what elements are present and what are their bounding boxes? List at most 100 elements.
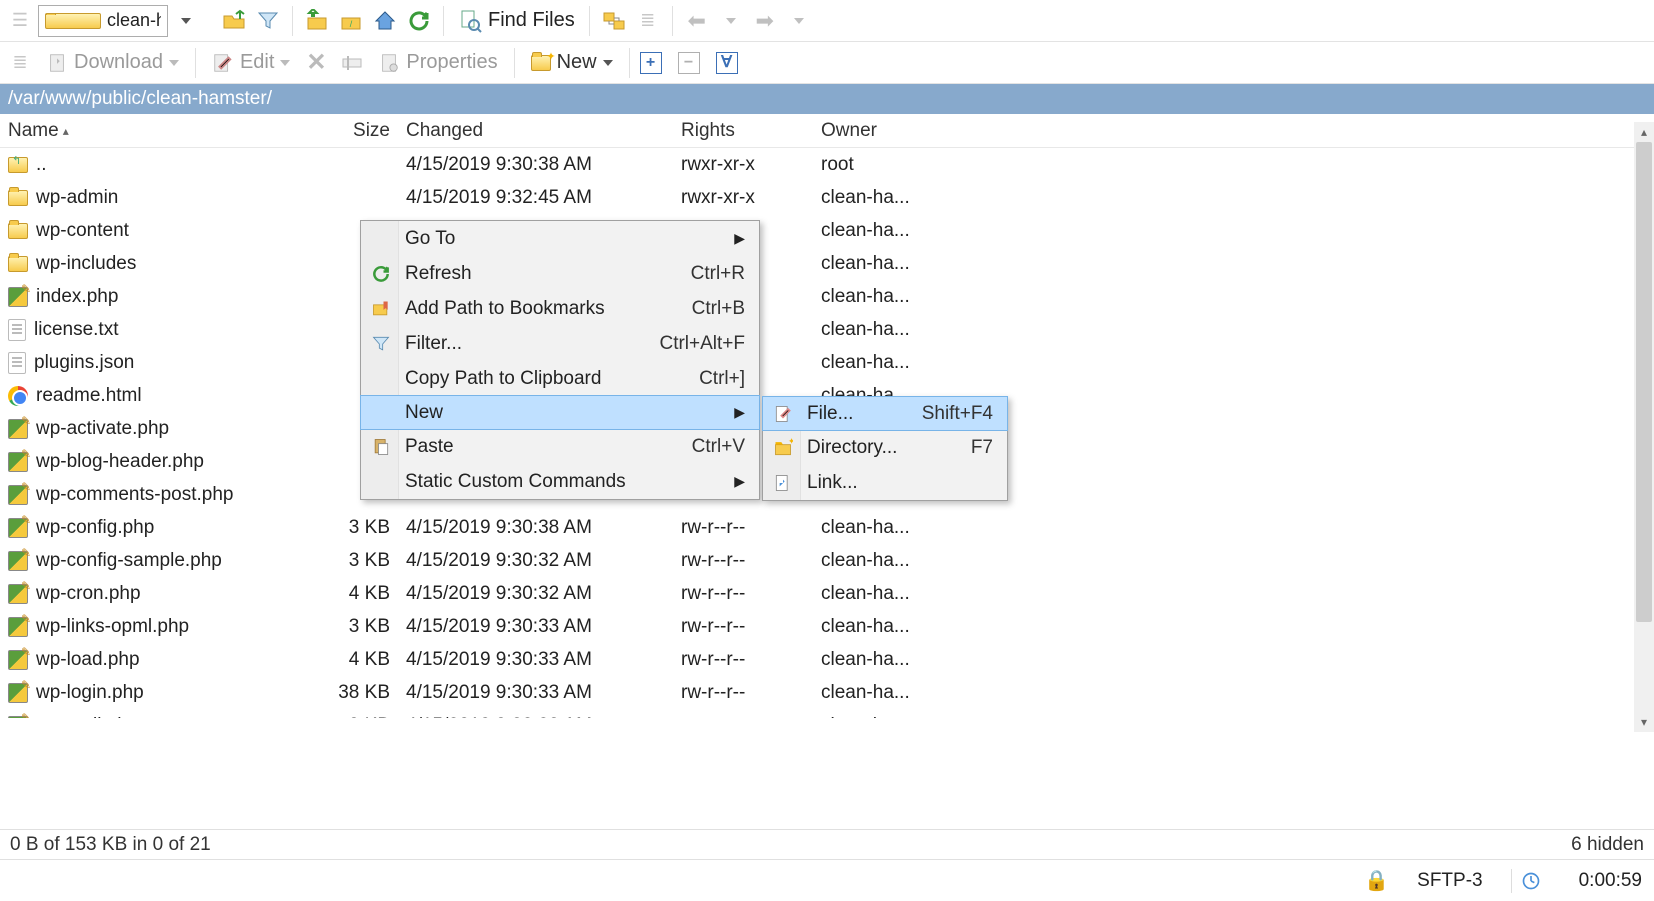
col-header-rights[interactable]: Rights <box>675 120 815 142</box>
filter-icon <box>370 333 392 355</box>
menu-item-label: Paste <box>405 436 454 458</box>
parent-folder-icon[interactable] <box>301 5 333 37</box>
menu-item-refresh[interactable]: RefreshCtrl+R <box>361 256 759 291</box>
sync-folders-icon[interactable] <box>598 5 630 37</box>
file-name: wp-cron.php <box>36 583 141 605</box>
table-row[interactable]: wp-config-sample.php3 KB4/15/2019 9:30:3… <box>0 544 1654 577</box>
menu-item-filter[interactable]: Filter...Ctrl+Alt+F <box>361 326 759 361</box>
lock-icon[interactable]: 🔒 <box>1364 868 1389 893</box>
filter-icon[interactable] <box>252 5 284 37</box>
table-row[interactable]: wp-cron.php4 KB4/15/2019 9:30:32 AMrw-r-… <box>0 577 1654 610</box>
toolbar-primary: ☰ clean-ha / Find Files ≣ ⬅ ➡ <box>0 0 1654 42</box>
find-files-button[interactable]: Find Files <box>452 9 581 33</box>
file-changed: 4/15/2019 9:30:32 AM <box>400 583 675 605</box>
scroll-up-icon[interactable]: ▴ <box>1634 122 1654 142</box>
refresh-icon[interactable] <box>403 5 435 37</box>
submenu-item-link[interactable]: Link... <box>763 465 1007 500</box>
scroll-down-icon[interactable]: ▾ <box>1634 712 1654 732</box>
properties-button[interactable]: Properties <box>372 51 503 74</box>
submenu-item-shortcut: Shift+F4 <box>922 403 993 425</box>
select-all-button[interactable]: ∀ <box>716 52 738 74</box>
edit-icon <box>212 52 234 74</box>
table-row[interactable]: ..4/15/2019 9:30:38 AMrwxr-xr-xroot <box>0 148 1654 181</box>
back-icon[interactable]: ⬅ <box>681 5 713 37</box>
queue-small-icon[interactable]: ≣ <box>4 47 36 79</box>
hidden-count: 6 hidden <box>1571 834 1644 856</box>
file-name: wp-links-opml.php <box>36 616 189 638</box>
menu-item-new[interactable]: New▶ <box>360 395 760 430</box>
table-row[interactable]: wp-links-opml.php3 KB4/15/2019 9:30:33 A… <box>0 610 1654 643</box>
file-rights: rw-r--r-- <box>675 715 815 719</box>
file-name: wp-login.php <box>36 682 144 704</box>
menu-item-add-path-to-bookmarks[interactable]: Add Path to BookmarksCtrl+B <box>361 291 759 326</box>
forward-dropdown[interactable] <box>783 5 815 37</box>
table-row[interactable]: wp-admin4/15/2019 9:32:45 AMrwxr-xr-xcle… <box>0 181 1654 214</box>
file-rights: rwxr-xr-x <box>675 187 815 209</box>
file-owner: clean-ha... <box>815 649 995 671</box>
new-folder-icon: ✦ <box>531 55 551 71</box>
menu-item-static-custom-commands[interactable]: Static Custom Commands▶ <box>361 464 759 499</box>
progress-icon[interactable] <box>1511 869 1551 893</box>
col-header-changed[interactable]: Changed <box>400 120 675 142</box>
back-dropdown[interactable] <box>715 5 747 37</box>
menu-item-copy-path-to-clipboard[interactable]: Copy Path to ClipboardCtrl+] <box>361 361 759 396</box>
file-changed: 4/15/2019 9:30:33 AM <box>400 682 675 704</box>
menu-item-paste[interactable]: PasteCtrl+V <box>361 429 759 464</box>
plus-button[interactable]: + <box>640 52 662 74</box>
bookmark-icon <box>370 298 392 320</box>
table-row[interactable]: wp-load.php4 KB4/15/2019 9:30:33 AMrw-r-… <box>0 643 1654 676</box>
file-owner: clean-ha... <box>815 220 995 242</box>
submenu-arrow-icon: ▶ <box>734 404 745 421</box>
table-row[interactable]: wp-mail.php9 KB4/15/2019 9:30:33 AMrw-r-… <box>0 709 1654 718</box>
open-folder-icon[interactable] <box>218 5 250 37</box>
submenu-item-label: Link... <box>807 472 858 494</box>
col-header-owner[interactable]: Owner <box>815 120 995 142</box>
menu-item-shortcut: Ctrl+] <box>699 368 745 390</box>
bookmark-combo[interactable]: clean-ha <box>38 5 168 37</box>
file-rights: rwxr-xr-x <box>675 154 815 176</box>
rename-icon[interactable] <box>336 47 368 79</box>
menu-icon[interactable]: ☰ <box>4 5 36 37</box>
table-row[interactable]: license.txt20clean-ha... <box>0 313 1654 346</box>
delete-icon[interactable]: ✕ <box>300 47 332 79</box>
table-row[interactable]: wp-contentclean-ha... <box>0 214 1654 247</box>
new-button[interactable]: ✦ New <box>525 51 619 74</box>
svg-text:✦: ✦ <box>788 438 793 446</box>
scrollbar-vertical[interactable]: ▴ ▾ <box>1634 122 1654 732</box>
table-row[interactable]: wp-config.php3 KB4/15/2019 9:30:38 AMrw-… <box>0 511 1654 544</box>
bookmark-dropdown[interactable] <box>170 5 202 37</box>
queue-icon[interactable]: ≣ <box>632 5 664 37</box>
file-owner: clean-ha... <box>815 286 995 308</box>
file-owner: clean-ha... <box>815 319 995 341</box>
forward-icon[interactable]: ➡ <box>749 5 781 37</box>
submenu-item-directory[interactable]: ✦Directory...F7 <box>763 430 1007 465</box>
file-icon <box>772 403 794 425</box>
scroll-thumb[interactable] <box>1636 142 1652 622</box>
menu-item-shortcut: Ctrl+Alt+F <box>659 333 745 355</box>
file-changed: 4/15/2019 9:30:33 AM <box>400 649 675 671</box>
path-bar[interactable]: /var/www/public/clean-hamster/ <box>0 84 1654 114</box>
download-icon <box>46 52 68 74</box>
col-header-size[interactable]: Size <box>310 120 400 142</box>
table-row[interactable]: plugins.jsonclean-ha... <box>0 346 1654 379</box>
toolbar-secondary: ≣ Download Edit ✕ Properties ✦ New + − ∀ <box>0 42 1654 84</box>
menu-item-go-to[interactable]: Go To▶ <box>361 221 759 256</box>
minus-button[interactable]: − <box>678 52 700 74</box>
submenu-item-file[interactable]: File...Shift+F4 <box>762 396 1008 431</box>
col-header-name[interactable]: Name▴ <box>0 120 310 142</box>
menu-item-shortcut: Ctrl+R <box>691 263 745 285</box>
submenu-item-shortcut: F7 <box>971 437 993 459</box>
download-button[interactable]: Download <box>40 51 185 74</box>
refresh-icon <box>370 263 392 285</box>
root-folder-icon[interactable]: / <box>335 5 367 37</box>
table-row[interactable]: index.phpclean-ha... <box>0 280 1654 313</box>
edit-button[interactable]: Edit <box>206 51 296 74</box>
menu-item-label: Add Path to Bookmarks <box>405 298 605 320</box>
properties-label: Properties <box>406 51 497 74</box>
table-row[interactable]: wp-includesclean-ha... <box>0 247 1654 280</box>
file-owner: clean-ha... <box>815 352 995 374</box>
php-file-icon <box>8 485 28 505</box>
home-icon[interactable] <box>369 5 401 37</box>
table-row[interactable]: wp-login.php38 KB4/15/2019 9:30:33 AMrw-… <box>0 676 1654 709</box>
file-owner: clean-ha... <box>815 517 995 539</box>
